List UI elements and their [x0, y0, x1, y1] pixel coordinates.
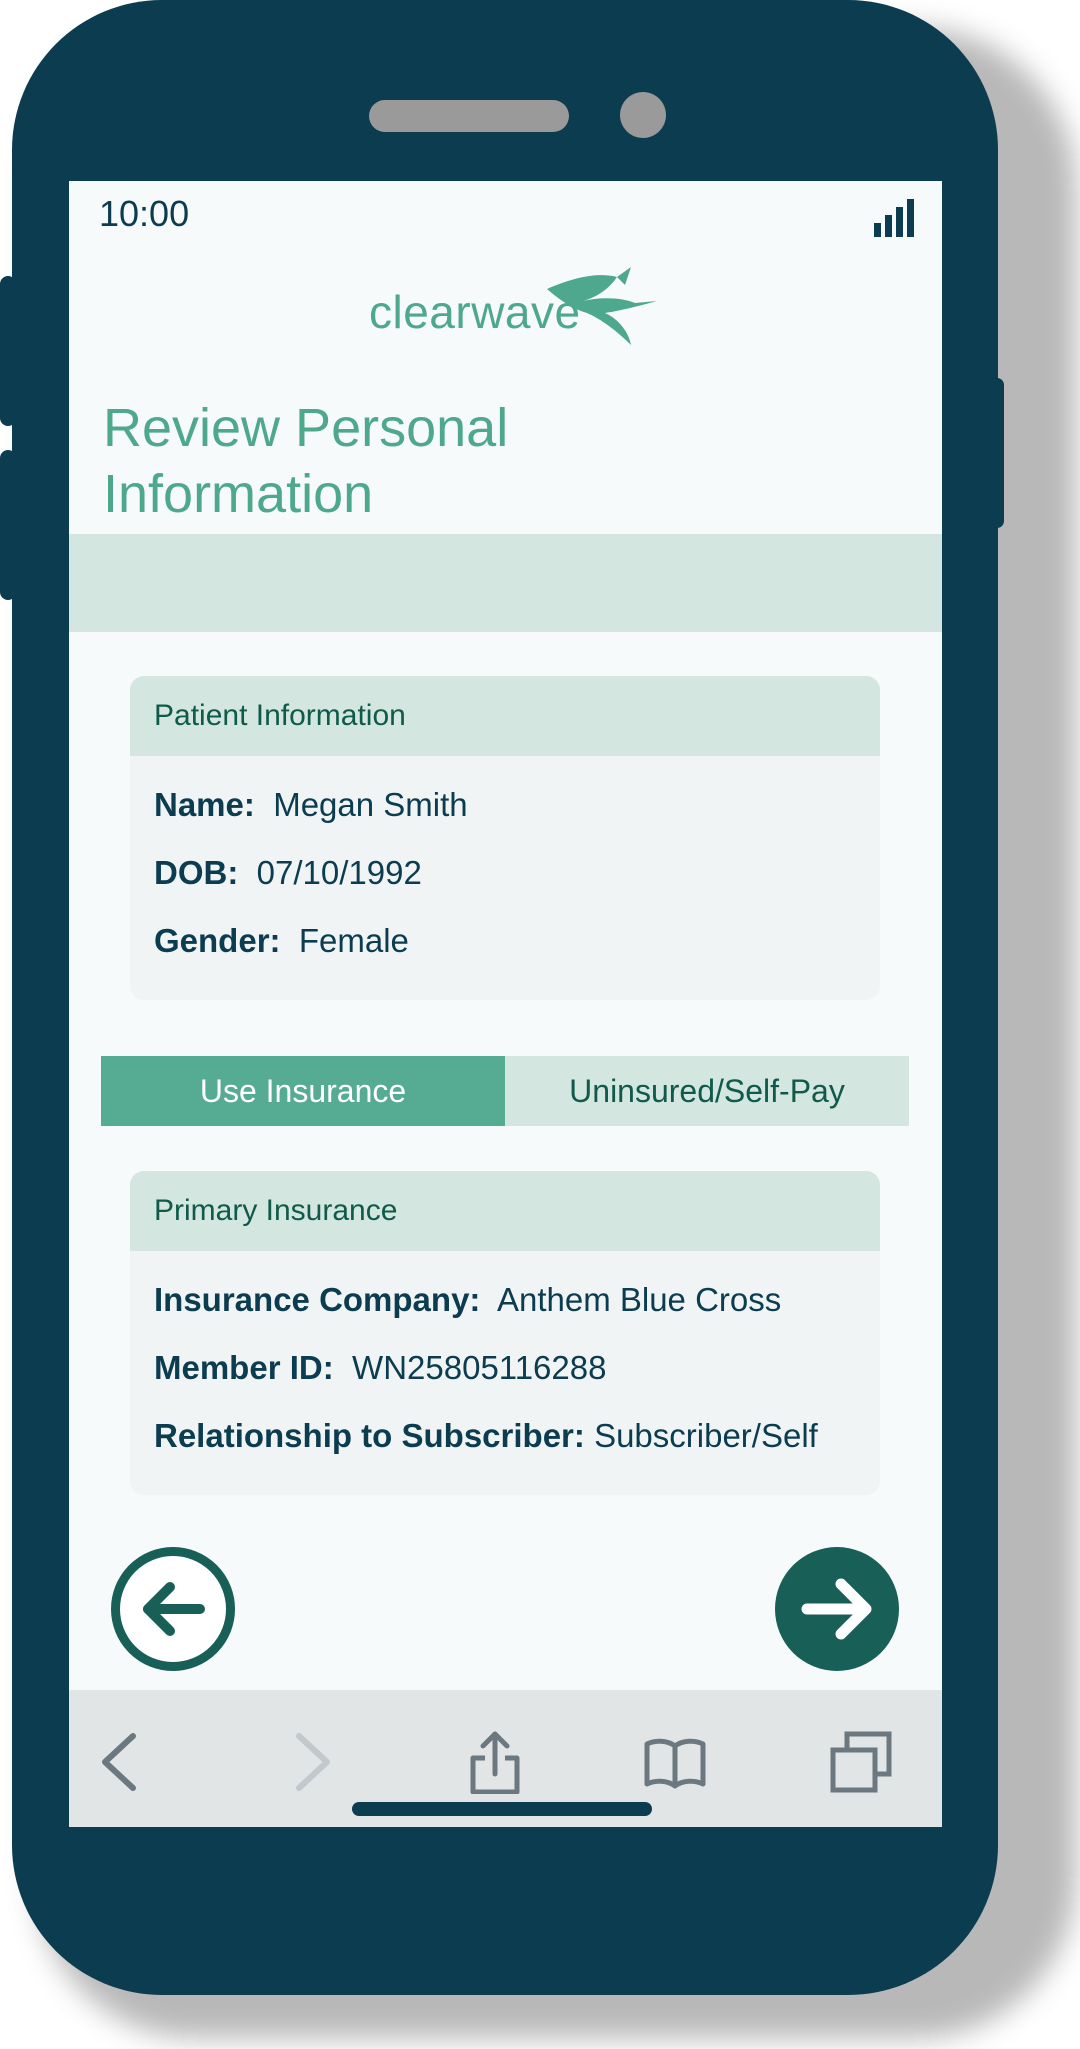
insurance-company-value: Anthem Blue Cross [496, 1281, 782, 1318]
page-title: Review Personal Information [103, 398, 509, 524]
patient-dob-row: DOB: 07/10/1992 [154, 854, 422, 892]
patient-info-card-header: Patient Information [130, 676, 880, 756]
status-bar: 10:00 [69, 181, 942, 251]
signal-strength-icon [874, 199, 914, 237]
phone-screen: 10:00 clearwave Review Personal Informat… [69, 181, 942, 1827]
patient-gender-label: Gender: [154, 922, 281, 959]
bookmarks-icon[interactable] [643, 1730, 707, 1794]
phone-speaker [369, 100, 569, 132]
patient-name-row: Name: Megan Smith [154, 786, 468, 824]
self-pay-option[interactable]: Uninsured/Self-Pay [505, 1056, 909, 1126]
next-button[interactable] [775, 1547, 899, 1671]
relationship-row: Relationship to Subscriber: Subscriber/S… [154, 1417, 818, 1455]
member-id-value: WN25805116288 [352, 1349, 607, 1386]
phone-camera [620, 92, 666, 138]
insurance-company-label: Insurance Company: [154, 1281, 481, 1318]
member-id-label: Member ID: [154, 1349, 334, 1386]
patient-dob-label: DOB: [154, 854, 239, 891]
home-indicator[interactable] [352, 1802, 652, 1816]
relationship-label: Relationship to Subscriber: [154, 1417, 585, 1454]
back-button[interactable] [111, 1547, 235, 1671]
insurance-company-row: Insurance Company: Anthem Blue Cross [154, 1281, 781, 1319]
volume-down-button [0, 450, 16, 600]
relationship-value: Subscriber/Self [594, 1417, 818, 1454]
member-id-row: Member ID: WN25805116288 [154, 1349, 606, 1387]
patient-name-value: Megan Smith [273, 786, 468, 823]
patient-gender-row: Gender: Female [154, 922, 409, 960]
patient-info-card: Patient Information Name: Megan Smith DO… [130, 676, 880, 1000]
volume-up-button [0, 276, 16, 426]
coverage-toggle: Use Insurance Uninsured/Self-Pay [101, 1056, 909, 1126]
tabs-icon[interactable] [829, 1730, 893, 1794]
primary-insurance-card-header: Primary Insurance [130, 1171, 880, 1251]
patient-dob-value: 07/10/1992 [256, 854, 422, 891]
status-time: 10:00 [99, 193, 190, 234]
arrow-left-icon [143, 1582, 205, 1636]
power-button [990, 378, 1004, 528]
patient-name-label: Name: [154, 786, 255, 823]
chevron-left-icon[interactable] [89, 1730, 153, 1794]
clearwave-mark-icon [547, 267, 657, 345]
brand-logo: clearwave [369, 267, 669, 357]
share-icon[interactable] [463, 1730, 527, 1794]
use-insurance-option[interactable]: Use Insurance [101, 1056, 505, 1126]
primary-insurance-card: Primary Insurance Insurance Company: Ant… [130, 1171, 880, 1495]
arrow-right-icon [801, 1578, 872, 1640]
stage: 10:00 clearwave Review Personal Informat… [0, 0, 1080, 2049]
chevron-right-icon[interactable] [279, 1730, 343, 1794]
patient-gender-value: Female [298, 922, 409, 959]
header-band [69, 534, 942, 632]
